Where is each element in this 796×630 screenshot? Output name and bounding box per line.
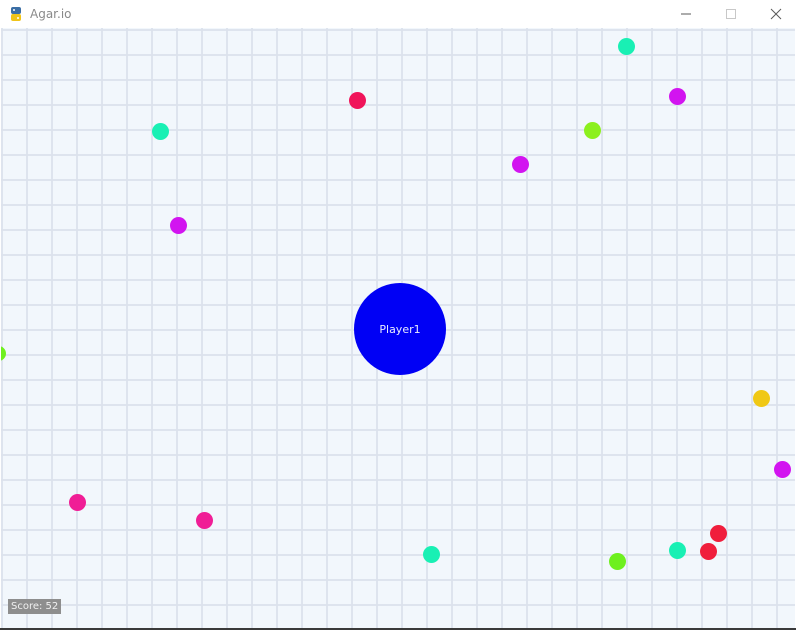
food-pellet <box>669 542 686 559</box>
food-pellet <box>609 553 626 570</box>
food-pellet <box>170 217 187 234</box>
food-pellet <box>669 88 686 105</box>
player-name: Player1 <box>379 322 421 336</box>
food-pellet <box>753 390 770 407</box>
close-button[interactable] <box>753 0 796 28</box>
window-title: Agar.io <box>30 7 72 21</box>
maximize-icon <box>726 9 736 19</box>
maximize-button[interactable] <box>708 0 754 28</box>
game-canvas[interactable]: Player1 Score: 52 <box>1 28 795 628</box>
food-pellet <box>710 525 727 542</box>
food-pellet <box>1 346 6 361</box>
food-pellet <box>196 512 213 529</box>
minimize-button[interactable] <box>663 0 709 28</box>
score-label: Score: 52 <box>8 599 62 614</box>
food-pellet <box>774 461 791 478</box>
food-pellet <box>512 156 529 173</box>
food-pellet <box>618 38 635 55</box>
close-icon <box>770 8 782 20</box>
food-pellet <box>69 494 86 511</box>
food-pellet <box>423 546 440 563</box>
minimize-icon <box>681 9 691 19</box>
food-pellet <box>349 92 366 109</box>
python-icon <box>8 6 24 22</box>
food-pellet <box>584 122 601 139</box>
food-pellet <box>152 123 169 140</box>
title-bar: Agar.io <box>0 0 796 28</box>
player-cell: Player1 <box>354 283 446 375</box>
food-pellet <box>700 543 717 560</box>
